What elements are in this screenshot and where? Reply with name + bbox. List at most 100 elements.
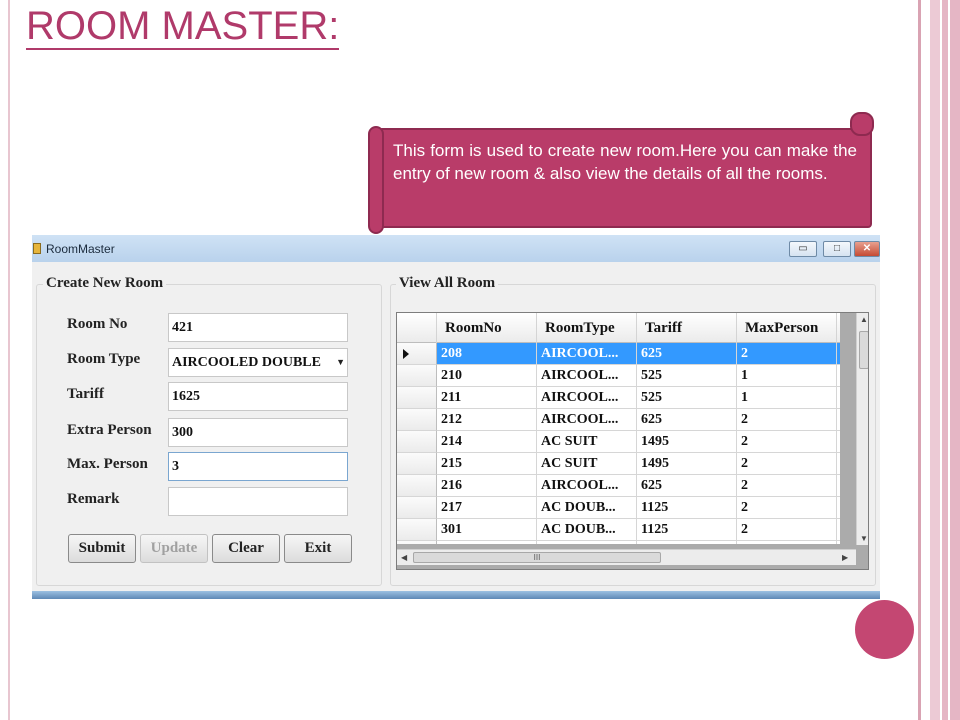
table-cell[interactable]: 15 [837,343,840,365]
exit-button[interactable]: Exit [284,534,352,563]
table-cell[interactable]: AIRCOOL... [537,387,637,409]
table-cell[interactable]: 1125 [637,541,737,544]
submit-button[interactable]: Submit [68,534,136,563]
table-cell[interactable]: AC DOUB... [537,497,637,519]
table-row[interactable]: 208AIRCOOL...625215 [397,343,840,365]
table-cell[interactable]: 302 [437,541,537,544]
table-row[interactable]: 214AC SUIT1495220 [397,431,840,453]
table-row[interactable]: 301AC DOUB...1125220 [397,519,840,541]
table-row[interactable]: 215AC SUIT1495220 [397,453,840,475]
table-row[interactable]: 302AC DOUB...1125220 [397,541,840,544]
table-cell[interactable]: 214 [437,431,537,453]
room-type-select[interactable]: AIRCOOLED DOUBLE ▼ [168,348,348,377]
row-header[interactable] [397,475,437,497]
table-cell[interactable]: 1495 [637,453,737,475]
row-header[interactable] [397,431,437,453]
table-cell[interactable]: 301 [437,519,537,541]
table-cell[interactable]: 212 [437,409,537,431]
table-cell[interactable]: 20 [837,431,840,453]
table-cell[interactable]: AC SUIT [537,453,637,475]
column-header-tariff[interactable]: Tariff [637,313,737,343]
table-cell[interactable]: 15 [837,387,840,409]
table-cell[interactable]: 215 [437,453,537,475]
table-cell[interactable]: 1125 [637,497,737,519]
minimize-button[interactable]: ▭ [789,241,817,257]
vertical-scrollbar[interactable]: ▲ ▼ [856,313,868,545]
extra-person-input[interactable]: 300 [168,418,348,447]
table-cell[interactable]: AC DOUB... [537,541,637,544]
table-cell[interactable]: 525 [637,387,737,409]
table-cell[interactable]: 2 [737,519,837,541]
table-cell[interactable]: AC DOUB... [537,519,637,541]
table-cell[interactable]: AIRCOOL... [537,475,637,497]
scroll-right-icon[interactable]: ▶ [842,553,848,562]
table-cell[interactable]: 2 [737,453,837,475]
table-cell[interactable]: 2 [737,343,837,365]
table-cell[interactable]: 625 [637,409,737,431]
table-cell[interactable]: 20 [837,453,840,475]
remark-input[interactable] [168,487,348,516]
table-row[interactable]: 212AIRCOOL...625215 [397,409,840,431]
table-cell[interactable]: AIRCOOL... [537,343,637,365]
vertical-scroll-thumb[interactable] [859,331,868,369]
table-cell[interactable]: 1125 [637,519,737,541]
room-no-input[interactable]: 421 [168,313,348,342]
table-cell[interactable]: 15 [837,475,840,497]
horizontal-scroll-thumb[interactable]: III [413,552,661,563]
row-header[interactable] [397,343,437,365]
table-cell[interactable]: AIRCOOL... [537,409,637,431]
table-cell[interactable]: 2 [737,541,837,544]
table-row[interactable]: 211AIRCOOL...525115 [397,387,840,409]
table-cell[interactable]: 216 [437,475,537,497]
column-header-roomtype[interactable]: RoomType [537,313,637,343]
max-person-input[interactable]: 3 [168,452,348,481]
table-cell[interactable]: 2 [737,431,837,453]
table-cell[interactable]: 20 [837,519,840,541]
scroll-down-icon[interactable]: ▼ [860,534,868,543]
table-cell[interactable]: 15 [837,365,840,387]
table-cell[interactable]: 210 [437,365,537,387]
table-cell[interactable]: 2 [737,497,837,519]
table-cell[interactable]: 20 [837,497,840,519]
window-titlebar[interactable]: RoomMaster ▭ □ ✕ [32,235,880,262]
table-cell[interactable]: 15 [837,409,840,431]
row-header[interactable] [397,541,437,544]
row-header[interactable] [397,519,437,541]
table-cell[interactable]: AIRCOOL... [537,365,637,387]
column-header-e[interactable]: E [837,313,840,343]
table-cell[interactable]: 2 [737,475,837,497]
scroll-left-icon[interactable]: ◀ [401,553,407,562]
table-cell[interactable]: 208 [437,343,537,365]
table-cell[interactable]: 217 [437,497,537,519]
row-header[interactable] [397,497,437,519]
row-header[interactable] [397,365,437,387]
table-row[interactable]: 217AC DOUB...1125220 [397,497,840,519]
clear-button[interactable]: Clear [212,534,280,563]
table-row[interactable]: 210AIRCOOL...525115 [397,365,840,387]
table-cell[interactable]: AC SUIT [537,431,637,453]
table-cell[interactable]: 2 [737,409,837,431]
table-row[interactable]: 216AIRCOOL...625215 [397,475,840,497]
table-cell[interactable]: 625 [637,343,737,365]
row-header[interactable] [397,409,437,431]
maximize-button[interactable]: □ [823,241,851,257]
table-cell[interactable]: 1 [737,365,837,387]
tariff-input[interactable]: 1625 [168,382,348,411]
table-cell[interactable]: 625 [637,475,737,497]
row-header[interactable] [397,453,437,475]
table-cell[interactable]: 211 [437,387,537,409]
table-cell[interactable]: 1 [737,387,837,409]
column-header-roomno[interactable]: RoomNo [437,313,537,343]
table-cell[interactable]: 525 [637,365,737,387]
update-button[interactable]: Update [140,534,208,563]
column-header-maxperson[interactable]: MaxPerson [737,313,837,343]
chevron-down-icon[interactable]: ▼ [336,355,345,370]
rooms-grid[interactable]: RoomNoRoomTypeTariffMaxPersonE 208AIRCOO… [396,312,869,570]
table-cell[interactable]: 20 [837,541,840,544]
horizontal-scrollbar[interactable]: ◀ III ▶ [397,549,856,565]
scroll-up-icon[interactable]: ▲ [860,315,868,324]
callout-text: This form is used to create new room.Her… [393,141,857,183]
table-cell[interactable]: 1495 [637,431,737,453]
close-button[interactable]: ✕ [854,241,880,257]
row-header[interactable] [397,387,437,409]
